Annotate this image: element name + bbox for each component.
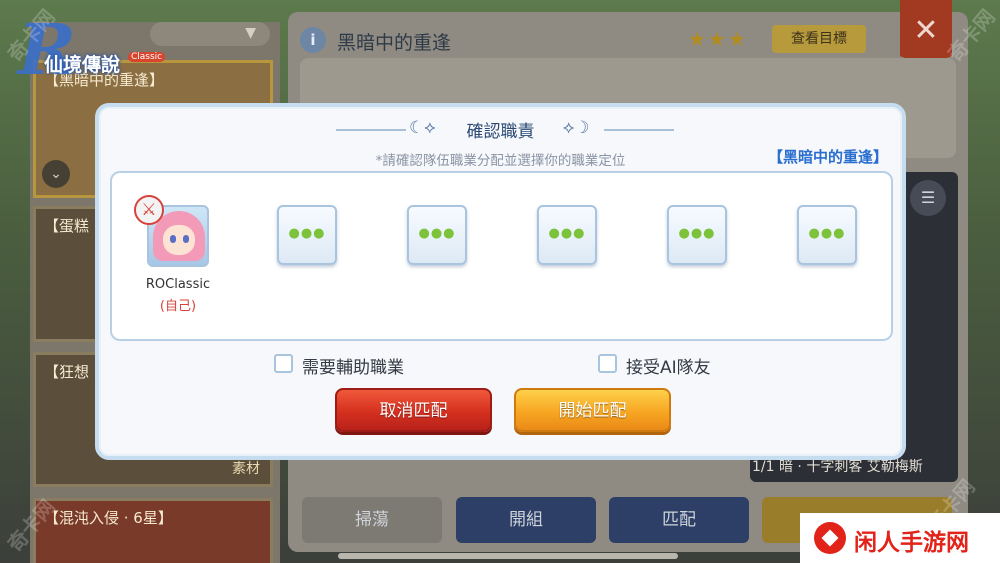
dialog-title-row: ☾⟡ 確認職責 ⟡☽ [99,117,902,143]
cancel-match-button[interactable]: 取消匹配 [335,388,492,432]
info-icon[interactable]: i [300,27,326,53]
accept-ai-label: 接受AI隊友 [626,358,711,378]
accept-ai-checkbox[interactable] [598,354,617,373]
empty-party-slot[interactable]: ●●● [797,205,857,265]
need-support-option[interactable]: 需要輔助職業 [274,353,434,378]
list-icon[interactable]: ☰ [910,180,946,216]
sweep-button[interactable]: 掃蕩 [302,497,442,543]
waiting-dots-icon: ●●● [548,226,586,241]
dungeon-card-sub: 素材 [232,461,260,477]
dialog-title: 確認職責 [466,122,535,142]
avatar-eye [183,235,189,243]
sword-role-icon: ⚔ [134,195,164,225]
waiting-dots-icon: ●●● [678,226,716,241]
match-button[interactable]: 匹配 [609,497,749,543]
accept-ai-option[interactable]: 接受AI隊友 [598,353,738,378]
star-rating-icon: ★★★ [688,27,748,51]
dungeon-card-label: 【蛋糕 [44,217,90,235]
start-match-button[interactable]: 開始匹配 [514,388,671,432]
crescent-ornament-icon: ⟡☽ [563,118,590,138]
dungeon-card-label: 【狂想 [44,363,90,381]
player-self-tag: (自己) [159,299,197,314]
brand-text: 闲人手游网 [854,530,969,556]
quest-name: 【黑暗中的重逢】 [767,148,888,166]
expand-icon[interactable]: ⌄ [42,160,70,188]
dungeon-card-4[interactable]: 【混沌入侵 · 6星】 [33,498,273,563]
filter-dropdown[interactable]: ▼ [150,22,270,46]
player-name: ROClassic [145,277,211,292]
waiting-dots-icon: ●●● [418,226,456,241]
dungeon-card-label: 【混沌入侵 · 6星】 [44,509,173,527]
view-goal-button[interactable]: 查看目標 [772,25,866,53]
logo-badge: Classic [128,52,166,62]
brand-logo-icon [814,522,846,554]
waiting-dots-icon: ●●● [808,226,846,241]
need-support-label: 需要輔助職業 [302,358,404,378]
avatar-eye [170,235,176,243]
empty-party-slot[interactable]: ●●● [537,205,597,265]
waiting-dots-icon: ●●● [288,226,326,241]
logo-text: 仙境傳說 [44,54,121,76]
title-divider [604,129,674,131]
empty-party-slot[interactable]: ●●● [277,205,337,265]
site-brand: 闲人手游网 [800,513,1000,563]
avatar-face [163,225,195,255]
close-icon[interactable]: ✕ [900,0,952,66]
empty-party-slot[interactable]: ●●● [407,205,467,265]
horizontal-scrollbar[interactable] [338,553,678,559]
chevron-down-icon: ▼ [245,25,256,41]
confirm-role-dialog: ☾⟡ 確認職責 ⟡☽ *請確認隊伍職業分配並選擇你的職業定位 【黑暗中的重逢】 … [95,103,906,460]
need-support-checkbox[interactable] [274,354,293,373]
create-team-button[interactable]: 開組 [456,497,596,543]
empty-party-slot[interactable]: ●●● [667,205,727,265]
dungeon-title: 黑暗中的重逢 [337,32,452,54]
party-slots: ⚔ ROClassic (自己) ●●● ●●● ●●● ●●● ●●● [110,171,893,341]
